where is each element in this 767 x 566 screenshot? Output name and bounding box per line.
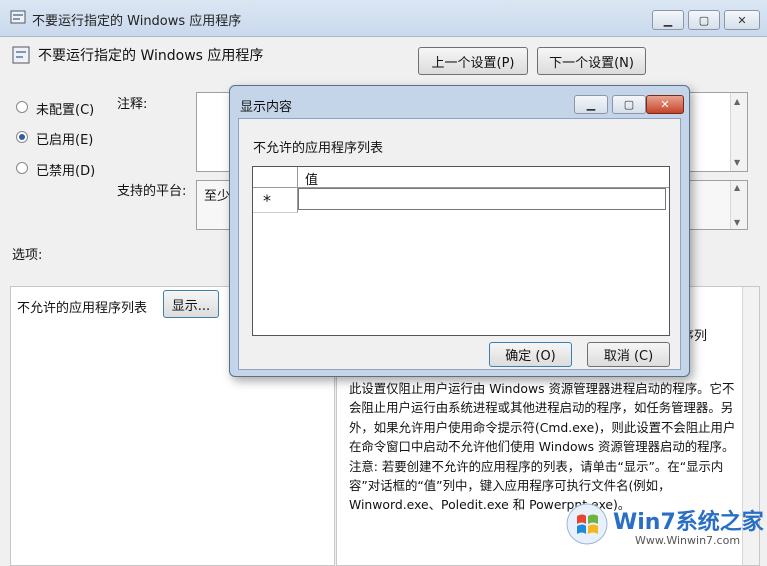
ok-button[interactable]: 确定 (O) [489,342,572,367]
minimize-button[interactable]: ▁ [652,10,684,30]
maximize-icon: ▢ [623,98,635,111]
setting-heading: 不要运行指定的 Windows 应用程序 [38,48,264,64]
window-title: 不要运行指定的 Windows 应用程序 [32,14,242,29]
values-grid[interactable]: 值 * [252,166,670,336]
supported-value: 至少 [204,189,231,204]
previous-setting-button[interactable]: 上一个设置(P) [418,47,528,75]
show-button[interactable]: 显示... [163,290,219,318]
comment-label: 注释: [117,97,148,112]
close-icon: ✕ [737,13,747,27]
scroll-down-icon[interactable]: ▼ [734,218,740,227]
disallowed-list-label: 不允许的应用程序列表 [17,301,148,316]
supported-scrollbar[interactable]: ▲ ▼ [730,181,747,229]
watermark: Win7系统之家 Www.Winwin7.com [565,500,765,552]
supported-label: 支持的平台: [117,184,187,199]
maximize-icon: ▢ [698,13,710,27]
grid-new-row[interactable]: * [253,187,669,213]
dialog-title: 显示内容 [240,100,293,115]
radio-disabled-dot[interactable] [16,162,28,174]
radio-not-configured-label: 未配置(C) [36,103,95,118]
dialog-maximize-button[interactable]: ▢ [612,95,646,114]
next-setting-button[interactable]: 下一个设置(N) [537,47,646,75]
minimize-icon: ▁ [663,13,673,27]
policy-icon [10,10,26,24]
new-row-marker: * [263,191,271,210]
grid-header-row: 值 [253,167,669,188]
scroll-up-icon[interactable]: ▲ [734,97,740,106]
close-button[interactable]: ✕ [724,10,760,30]
watermark-brand: Win7系统之家 [613,510,764,535]
main-titlebar[interactable]: 不要运行指定的 Windows 应用程序 ▁ ▢ ✕ [0,0,767,37]
watermark-url: Www.Winwin7.com [635,534,741,547]
show-contents-dialog: 显示内容 ▁ ▢ ✕ 不允许的应用程序列表 值 * 确定 (O) 取消 (C) [229,85,690,377]
scroll-down-icon[interactable]: ▼ [734,158,740,167]
setting-icon [12,46,30,64]
grid-corner-cell [253,167,298,187]
dialog-heading: 不允许的应用程序列表 [253,141,384,156]
dialog-close-button[interactable]: ✕ [646,95,684,114]
close-icon: ✕ [660,98,670,111]
maximize-button[interactable]: ▢ [688,10,720,30]
minimize-icon: ▁ [586,98,596,111]
cancel-button[interactable]: 取消 (C) [587,342,670,367]
radio-disabled-label: 已禁用(D) [36,164,96,179]
comment-scrollbar[interactable]: ▲ ▼ [730,93,747,171]
value-cell-input[interactable] [298,188,666,210]
value-column-header[interactable]: 值 [305,169,318,188]
options-label: 选项: [12,248,43,263]
dialog-minimize-button[interactable]: ▁ [574,95,608,114]
scroll-up-icon[interactable]: ▲ [734,183,740,192]
radio-enabled-dot[interactable] [16,131,28,143]
help-text: 此设置仅阻止用户运行由 Windows 资源管理器进程启动的程序。它不会阻止用户… [349,381,736,513]
radio-enabled-label: 已启用(E) [36,133,94,148]
radio-not-configured-dot[interactable] [16,101,28,113]
dialog-body: 不允许的应用程序列表 值 * 确定 (O) 取消 (C) [238,118,681,370]
windows-logo-icon [565,502,609,546]
row-header-cell: * [253,187,298,213]
